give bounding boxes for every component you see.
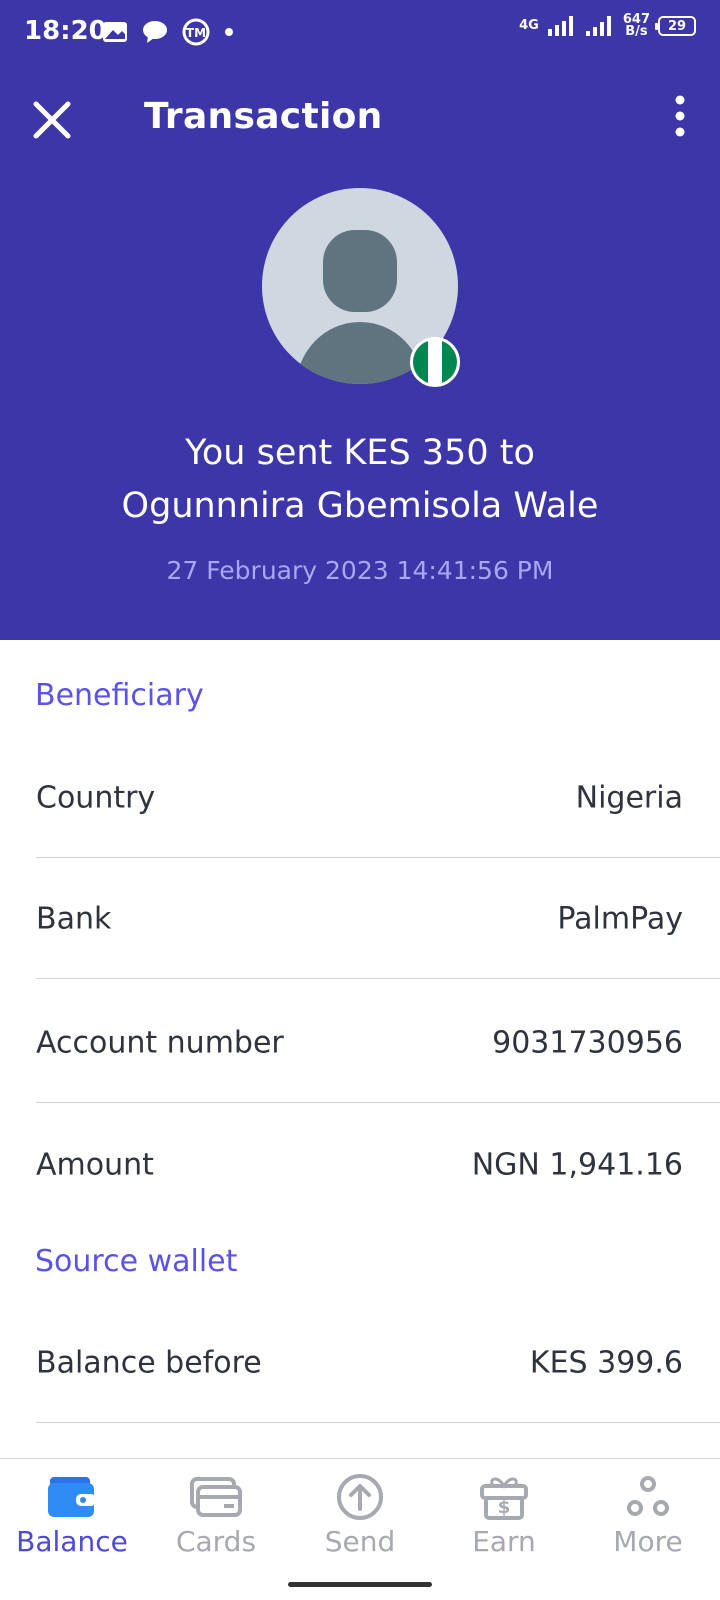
nigeria-flag-icon <box>410 337 460 387</box>
detail-value: NGN 1,941.16 <box>471 1147 683 1183</box>
source-wallet-section-title: Source wallet <box>35 1244 238 1279</box>
status-time: 18:20 <box>24 16 107 46</box>
cards-icon <box>190 1477 242 1517</box>
signal-icon <box>547 16 573 36</box>
svg-text:$: $ <box>498 1497 511 1518</box>
detail-row-country: Country Nigeria <box>36 738 720 858</box>
detail-value: Nigeria <box>575 780 683 815</box>
detail-value: PalmPay <box>557 901 683 936</box>
photo-notification-icon <box>103 22 127 42</box>
chat-notification-icon <box>143 21 167 43</box>
detail-label: Country <box>36 780 156 815</box>
transaction-date: 27 February 2023 14:41:56 PM <box>166 556 554 585</box>
detail-row-account-number: Account number 9031730956 <box>36 983 720 1103</box>
nav-label: Cards <box>175 1525 257 1558</box>
dot-icon <box>225 28 233 36</box>
summary-line-1: You sent KES 350 to <box>185 433 535 473</box>
gift-icon: $ <box>480 1477 528 1520</box>
detail-row-balance-before: Balance before KES 399.6 <box>36 1303 720 1423</box>
bottom-navigation: Balance Cards Send $ Earn More <box>0 1458 720 1600</box>
overflow-menu-button[interactable] <box>660 88 700 144</box>
nav-item-send[interactable]: Send <box>288 1471 432 1571</box>
transaction-summary: You sent KES 350 to Ogunnnira Gbemisola … <box>0 427 720 533</box>
detail-value: KES 399.6 <box>529 1345 683 1380</box>
signal-icon-secondary <box>585 16 611 36</box>
battery-level: 29 <box>667 18 687 34</box>
transaction-header: 18:20 TM 4G 647 B/s 29 Transaction You s… <box>0 0 720 640</box>
close-button[interactable] <box>24 92 80 148</box>
wallet-icon <box>48 1477 96 1517</box>
detail-label: Balance before <box>36 1345 262 1380</box>
vertical-dots-icon <box>675 95 685 137</box>
home-indicator[interactable] <box>288 1582 432 1587</box>
nav-label: Balance <box>16 1525 128 1558</box>
nav-label: Send <box>324 1525 396 1558</box>
flag-stripe-left <box>413 340 428 384</box>
system-status: 4G 647 B/s 29 <box>519 13 696 39</box>
detail-label: Bank <box>36 901 112 936</box>
nav-item-cards[interactable]: Cards <box>144 1471 288 1571</box>
beneficiary-section-title: Beneficiary <box>35 678 204 713</box>
status-bar: 18:20 TM 4G 647 B/s 29 <box>0 0 720 64</box>
detail-value: 9031730956 <box>492 1025 683 1060</box>
speed-unit: B/s <box>625 24 648 39</box>
detail-row-amount: Amount NGN 1,941.16 <box>36 1105 720 1225</box>
nav-label: Earn <box>472 1525 536 1558</box>
nav-item-more[interactable]: More <box>576 1471 720 1571</box>
close-icon <box>33 101 71 139</box>
svg-text:TM: TM <box>186 26 206 40</box>
network-speed: 647 B/s <box>623 13 650 39</box>
app-bar: Transaction <box>0 80 720 160</box>
network-type: 4G <box>519 18 539 33</box>
nav-label: More <box>613 1525 683 1558</box>
tm-notification-icon: TM <box>182 18 210 46</box>
flag-stripe-right <box>442 340 457 384</box>
detail-row-bank: Bank PalmPay <box>36 859 720 979</box>
notification-icons: TM <box>102 18 234 46</box>
nav-item-balance[interactable]: Balance <box>0 1471 144 1571</box>
send-icon <box>337 1474 383 1520</box>
nav-item-earn[interactable]: $ Earn <box>432 1471 576 1571</box>
summary-line-2: Ogunnnira Gbemisola Wale <box>121 486 599 526</box>
page-title: Transaction <box>144 96 383 137</box>
more-dots-icon <box>627 1476 669 1516</box>
flag-stripe-middle <box>427 340 443 384</box>
battery-icon: 29 <box>655 16 696 36</box>
detail-label: Amount <box>36 1147 154 1183</box>
detail-label: Account number <box>36 1025 284 1060</box>
